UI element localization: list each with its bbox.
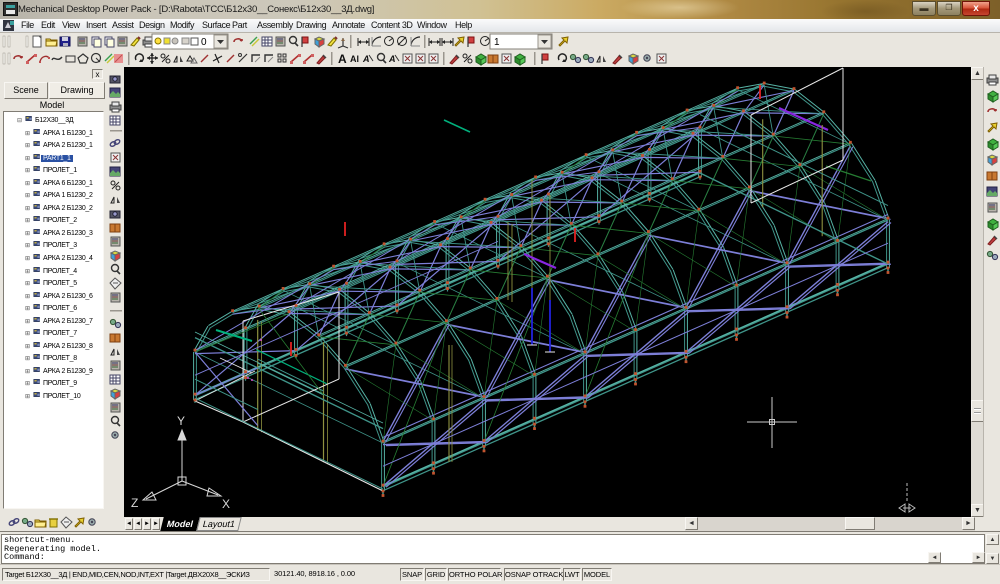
svg-text:A: A (362, 54, 370, 64)
svg-text:0: 0 (201, 37, 207, 48)
svg-text:1: 1 (494, 37, 500, 48)
svg-text:Y: Y (177, 414, 185, 428)
svg-text:A: A (388, 54, 396, 64)
svg-text:Al: Al (350, 54, 359, 64)
svg-text:A: A (338, 52, 347, 66)
svg-text:Z: Z (131, 496, 138, 510)
svg-text:X: X (222, 497, 230, 511)
